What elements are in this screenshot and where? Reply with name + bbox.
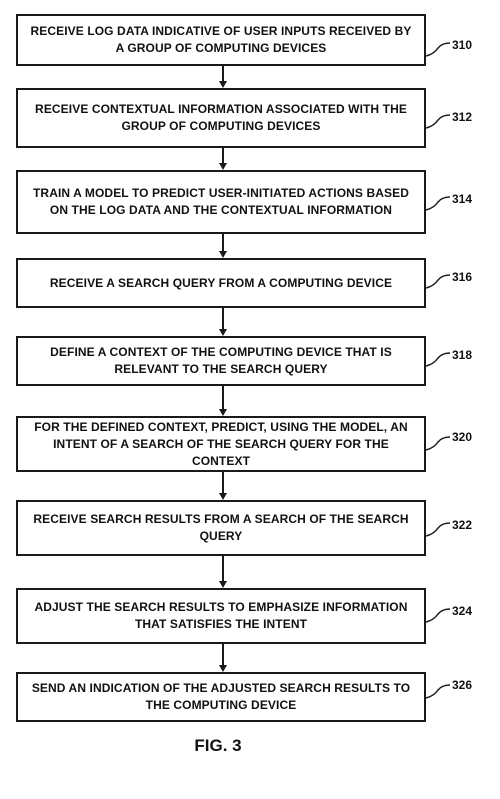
step-box-322: RECEIVE SEARCH RESULTS FROM A SEARCH OF … xyxy=(16,500,426,556)
ref-label-310: 310 xyxy=(452,38,473,52)
step-box-310: RECEIVE LOG DATA INDICATIVE OF USER INPU… xyxy=(16,14,426,66)
step-box-320: FOR THE DEFINED CONTEXT, PREDICT, USING … xyxy=(16,416,426,472)
ref-label-326: 326 xyxy=(452,678,473,692)
step-text-322: RECEIVE SEARCH RESULTS FROM A SEARCH OF … xyxy=(33,512,409,543)
leader-line-322 xyxy=(425,522,451,537)
ref-label-322: 322 xyxy=(452,518,473,532)
leader-line-314 xyxy=(425,196,451,211)
step-text-318: DEFINE A CONTEXT OF THE COMPUTING DEVICE… xyxy=(50,345,392,376)
arrow-312-to-314 xyxy=(219,148,227,170)
step-text-312: RECEIVE CONTEXTUAL INFORMATION ASSOCIATE… xyxy=(35,102,407,133)
step-text-314: TRAIN A MODEL TO PREDICT USER-INITIATED … xyxy=(33,186,409,217)
arrow-318-to-320 xyxy=(219,386,227,416)
step-box-316: RECEIVE A SEARCH QUERY FROM A COMPUTING … xyxy=(16,258,426,308)
ref-label-320: 320 xyxy=(452,430,473,444)
leader-line-312 xyxy=(425,114,451,129)
leader-line-316 xyxy=(425,274,451,289)
step-box-314: TRAIN A MODEL TO PREDICT USER-INITIATED … xyxy=(16,170,426,234)
leader-line-310 xyxy=(425,42,451,57)
figure-label: FIG. 3 xyxy=(194,736,242,755)
arrow-320-to-322 xyxy=(219,472,227,500)
step-box-324: ADJUST THE SEARCH RESULTS TO EMPHASIZE I… xyxy=(16,588,426,644)
arrow-324-to-326 xyxy=(219,644,227,672)
ref-label-316: 316 xyxy=(452,270,473,284)
arrow-310-to-312 xyxy=(219,66,227,88)
step-box-326: SEND AN INDICATION OF THE ADJUSTED SEARC… xyxy=(16,672,426,722)
arrow-314-to-316 xyxy=(219,234,227,258)
step-text-320: FOR THE DEFINED CONTEXT, PREDICT, USING … xyxy=(34,419,408,468)
ref-label-318: 318 xyxy=(452,348,473,362)
leader-line-318 xyxy=(425,352,451,367)
leader-line-326 xyxy=(425,684,451,699)
step-box-318: DEFINE A CONTEXT OF THE COMPUTING DEVICE… xyxy=(16,336,426,386)
arrow-322-to-324 xyxy=(219,556,227,588)
step-text-310: RECEIVE LOG DATA INDICATIVE OF USER INPU… xyxy=(30,24,412,55)
arrow-316-to-318 xyxy=(219,308,227,336)
step-box-312: RECEIVE CONTEXTUAL INFORMATION ASSOCIATE… xyxy=(16,88,426,148)
ref-label-312: 312 xyxy=(452,110,473,124)
leader-line-324 xyxy=(425,608,451,623)
step-text-316: RECEIVE A SEARCH QUERY FROM A COMPUTING … xyxy=(49,275,393,290)
step-text-326: SEND AN INDICATION OF THE ADJUSTED SEARC… xyxy=(31,681,411,712)
ref-label-324: 324 xyxy=(452,604,473,618)
leader-line-320 xyxy=(425,436,451,451)
step-text-324: ADJUST THE SEARCH RESULTS TO EMPHASIZE I… xyxy=(34,600,408,631)
ref-label-314: 314 xyxy=(452,192,473,206)
